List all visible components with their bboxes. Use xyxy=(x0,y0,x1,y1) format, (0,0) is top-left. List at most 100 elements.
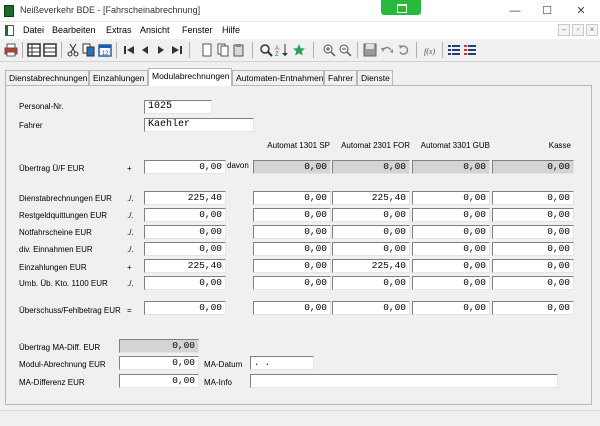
refresh-icon[interactable] xyxy=(397,43,411,57)
zoom-in-icon[interactable] xyxy=(322,43,336,57)
row-total-field[interactable]: 0,00 xyxy=(144,160,226,174)
cell-automat-2301[interactable]: 0,00 xyxy=(332,242,410,256)
cell-kasse[interactable]: 0,00 xyxy=(492,301,574,315)
cell-automat-3301[interactable]: 0,00 xyxy=(412,191,490,205)
undo-icon[interactable] xyxy=(380,43,394,57)
toolbar-separator xyxy=(252,42,253,58)
close-button[interactable]: ✕ xyxy=(571,4,591,18)
cell-kasse[interactable]: 0,00 xyxy=(492,276,574,290)
document-icon[interactable] xyxy=(5,25,14,36)
mdi-close-button[interactable]: × xyxy=(586,24,598,36)
column-header-kasse: Kasse xyxy=(548,141,571,150)
cell-automat-3301[interactable]: 0,00 xyxy=(412,242,490,256)
row-total-field[interactable]: 225,40 xyxy=(144,259,226,273)
cell-kasse[interactable]: 0,00 xyxy=(492,225,574,239)
list-alt-icon[interactable] xyxy=(463,43,477,57)
toolbar-separator xyxy=(116,42,117,58)
cell-automat-1301[interactable]: 0,00 xyxy=(253,276,331,290)
ma-datum-field[interactable]: . . xyxy=(250,356,314,370)
modul-abrechnung-field[interactable]: 0,00 xyxy=(119,356,199,370)
tab-automaten-entnahmen[interactable]: Automaten-Entnahmen xyxy=(232,70,324,85)
cut-icon[interactable] xyxy=(66,43,80,57)
tab-modulabrechnungen[interactable]: Modulabrechnungen xyxy=(148,68,232,86)
menu-datei[interactable]: Datei xyxy=(23,25,44,35)
minimize-button[interactable]: — xyxy=(505,4,525,18)
list-icon[interactable] xyxy=(447,43,461,57)
prev-record-icon[interactable] xyxy=(138,43,152,57)
cell-automat-3301[interactable]: 0,00 xyxy=(412,276,490,290)
maximize-button[interactable]: ☐ xyxy=(537,4,557,18)
row-label-uebertrag: Übertrag Ü/F EUR xyxy=(19,164,85,173)
cell-automat-3301[interactable]: 0,00 xyxy=(412,259,490,273)
personal-nr-field[interactable]: 1025 xyxy=(144,100,212,114)
save-icon[interactable] xyxy=(363,43,377,57)
cell-automat-1301[interactable]: 0,00 xyxy=(253,191,331,205)
cell-automat-2301[interactable]: 0,00 xyxy=(332,208,410,222)
cell-automat-2301[interactable]: 0,00 xyxy=(332,225,410,239)
cell-automat-3301[interactable]: 0,00 xyxy=(412,160,490,174)
mdi-minimize-button[interactable]: – xyxy=(558,24,570,36)
row-label-div-einnahmen: div. Einnahmen EUR xyxy=(19,245,93,254)
cell-automat-1301[interactable]: 0,00 xyxy=(253,225,331,239)
menu-hilfe[interactable]: Hilfe xyxy=(222,25,240,35)
cell-automat-1301[interactable]: 0,00 xyxy=(253,259,331,273)
calendar-icon[interactable]: 12 xyxy=(98,43,112,57)
copy-record-icon[interactable] xyxy=(216,43,230,57)
row-total-field[interactable]: 0,00 xyxy=(144,225,226,239)
pin-window-button[interactable] xyxy=(381,0,421,15)
cell-automat-3301[interactable]: 0,00 xyxy=(412,225,490,239)
cell-kasse[interactable]: 0,00 xyxy=(492,208,574,222)
menu-fenster[interactable]: Fenster xyxy=(182,25,213,35)
cell-automat-2301[interactable]: 0,00 xyxy=(332,301,410,315)
sort-az-icon[interactable]: AZ xyxy=(275,43,289,57)
menu-ansicht[interactable]: Ansicht xyxy=(140,25,170,35)
cell-automat-3301[interactable]: 0,00 xyxy=(412,208,490,222)
cell-kasse[interactable]: 0,00 xyxy=(492,242,574,256)
cell-automat-2301[interactable]: 0,00 xyxy=(332,160,410,174)
grid-alt-icon[interactable] xyxy=(43,43,57,57)
menu-extras[interactable]: Extras xyxy=(106,25,132,35)
mdi-restore-button[interactable]: ▫ xyxy=(572,24,584,36)
tab-dienste[interactable]: Dienste xyxy=(357,70,393,85)
search-icon[interactable] xyxy=(259,43,273,57)
next-record-icon[interactable] xyxy=(154,43,168,57)
cell-kasse[interactable]: 0,00 xyxy=(492,259,574,273)
cell-automat-2301[interactable]: 0,00 xyxy=(332,276,410,290)
row-total-field[interactable]: 225,40 xyxy=(144,191,226,205)
last-record-icon[interactable] xyxy=(170,43,184,57)
cell-automat-1301[interactable]: 0,00 xyxy=(253,242,331,256)
new-record-icon[interactable] xyxy=(200,43,214,57)
tab-einzahlungen[interactable]: Einzahlungen xyxy=(89,70,148,85)
cell-automat-2301[interactable]: 225,40 xyxy=(332,191,410,205)
personal-nr-label: Personal-Nr. xyxy=(19,102,64,111)
cell-kasse[interactable]: 0,00 xyxy=(492,160,574,174)
toolbar-separator xyxy=(357,42,358,58)
row-total-field[interactable]: 0,00 xyxy=(144,301,226,315)
tab-fahrer[interactable]: Fahrer xyxy=(324,70,357,85)
cell-automat-1301[interactable]: 0,00 xyxy=(253,208,331,222)
tab-dienstabrechnungen[interactable]: Dienstabrechnungen xyxy=(5,70,89,85)
ma-differenz-field[interactable]: 0,00 xyxy=(119,374,199,388)
copy-icon[interactable] xyxy=(82,43,96,57)
print-icon[interactable] xyxy=(4,43,18,57)
fahrer-field[interactable]: Kaehler xyxy=(144,118,254,132)
toolbar-separator xyxy=(22,42,23,58)
cell-automat-1301[interactable]: 0,00 xyxy=(253,160,331,174)
cell-kasse[interactable]: 0,00 xyxy=(492,191,574,205)
ma-info-field[interactable] xyxy=(250,374,558,388)
cell-automat-1301[interactable]: 0,00 xyxy=(253,301,331,315)
cell-automat-3301[interactable]: 0,00 xyxy=(412,301,490,315)
cell-automat-2301[interactable]: 225,40 xyxy=(332,259,410,273)
function-icon[interactable]: f(x) xyxy=(423,43,437,57)
first-record-icon[interactable] xyxy=(122,43,136,57)
grid-icon[interactable] xyxy=(27,43,41,57)
row-total-field[interactable]: 0,00 xyxy=(144,208,226,222)
star-icon[interactable] xyxy=(292,43,306,57)
paste-icon[interactable] xyxy=(232,43,246,57)
zoom-out-icon[interactable] xyxy=(338,43,352,57)
menu-bearbeiten[interactable]: Bearbeiten xyxy=(52,25,96,35)
row-total-field[interactable]: 0,00 xyxy=(144,242,226,256)
uebertrag-ma-diff-field[interactable]: 0,00 xyxy=(119,339,199,353)
toolbar-separator xyxy=(442,42,443,58)
row-total-field[interactable]: 0,00 xyxy=(144,276,226,290)
